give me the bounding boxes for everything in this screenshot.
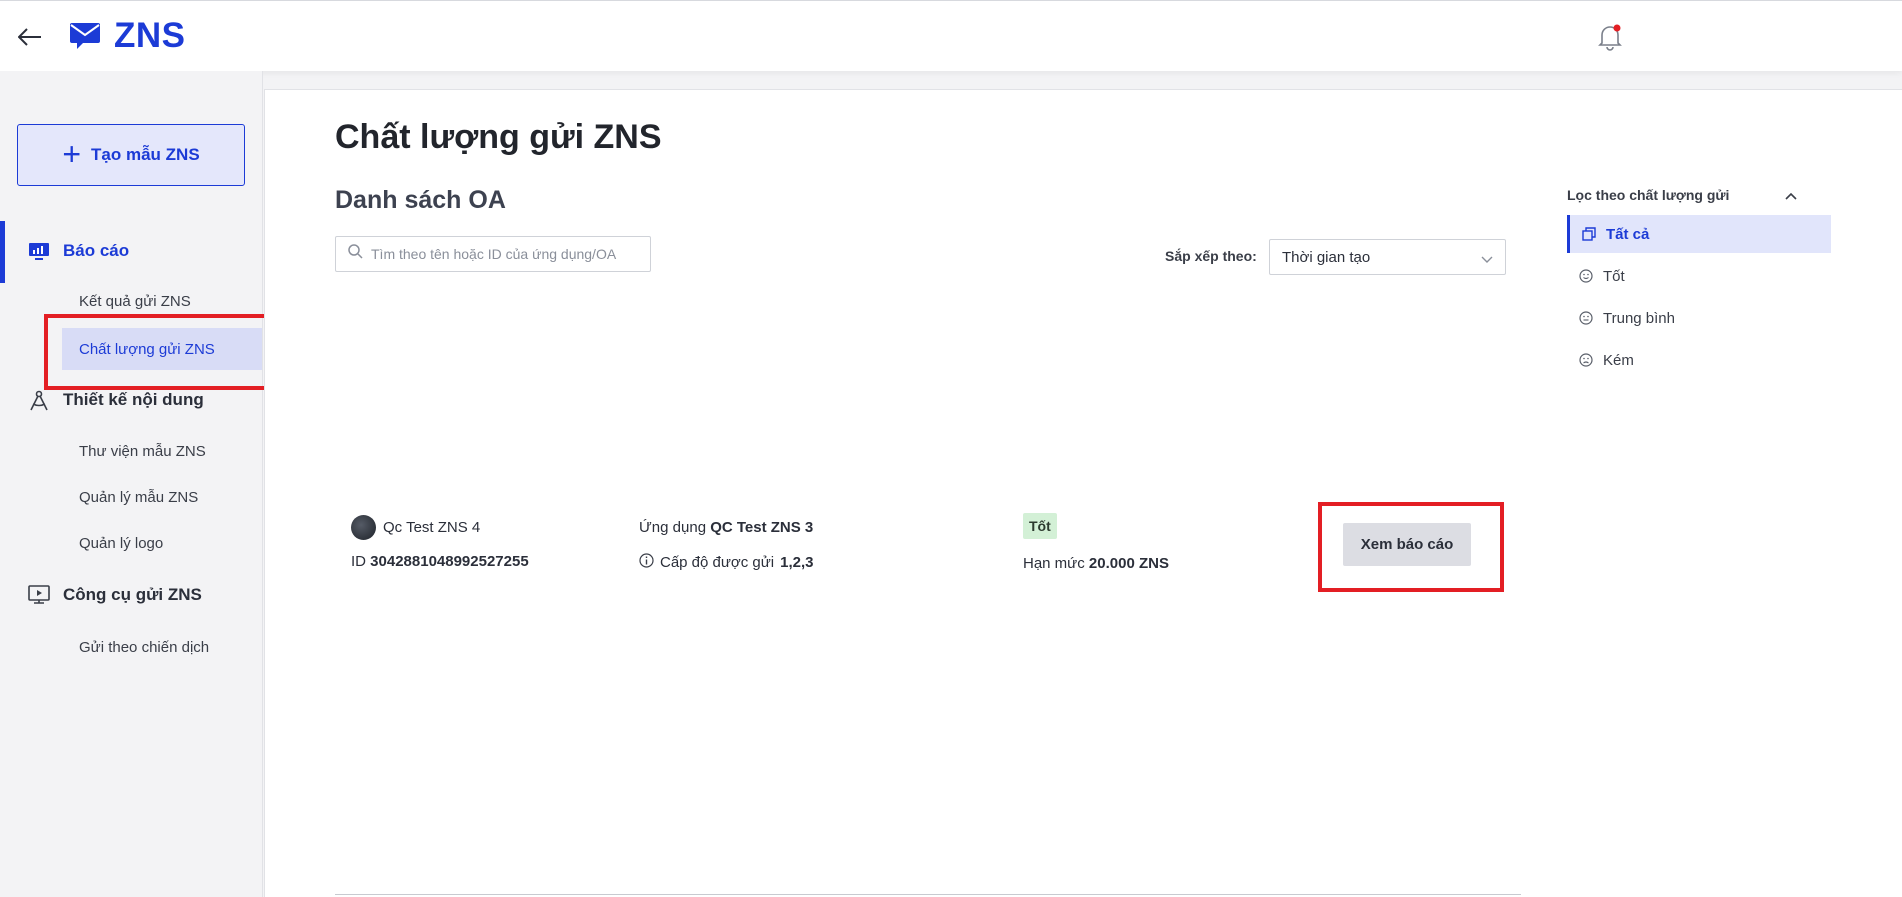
oa-id-prefix: ID: [351, 553, 366, 570]
sort-label: Sắp xếp theo:: [1165, 248, 1257, 264]
zns-logo-icon: [69, 20, 103, 50]
top-bar: ZNS: [0, 0, 1902, 71]
sidebar-item-campaign-send[interactable]: Gửi theo chiến dịch: [62, 626, 262, 668]
filter-option-label: Trung bình: [1603, 309, 1675, 327]
plus-icon: +: [62, 135, 82, 172]
quality-filter-title: Lọc theo chất lượng gửi: [1567, 187, 1730, 203]
sidebar-item-template-manage[interactable]: Quản lý mẫu ZNS: [62, 476, 262, 518]
sidebar-item-logo-manage[interactable]: Quản lý logo: [62, 522, 262, 564]
filter-option-good[interactable]: Tốt: [1567, 257, 1831, 295]
send-tool-monitor-icon: [28, 585, 50, 605]
copy-icon: [1582, 227, 1596, 245]
sad-face-icon: [1579, 353, 1593, 371]
page-title: Chất lượng gửi ZNS: [335, 118, 662, 156]
level-prefix: Cấp độ được gửi: [660, 554, 775, 571]
filter-option-poor[interactable]: Kém: [1567, 341, 1831, 379]
smile-icon: [1579, 269, 1593, 287]
sidebar-item-send-results[interactable]: Kết quả gửi ZNS: [62, 280, 262, 322]
oa-id: ID 3042881048992527255: [351, 553, 529, 570]
main-panel: Chất lượng gửi ZNS Danh sách OA Sắp xếp …: [264, 89, 1902, 897]
create-template-label: Tạo mẫu ZNS: [91, 145, 200, 164]
filter-option-all[interactable]: Tất cả: [1567, 215, 1831, 253]
back-arrow-icon[interactable]: [14, 23, 46, 51]
filter-option-label: Tốt: [1603, 267, 1625, 285]
quality-status-badge: Tốt: [1023, 513, 1057, 539]
sort-value: Thời gian tạo: [1282, 248, 1371, 266]
sidebar-section-label: Thiết kế nội dung: [63, 390, 204, 409]
level-value: 1,2,3: [780, 554, 814, 571]
sidebar-section-reports[interactable]: Báo cáo: [0, 221, 263, 283]
notification-bell-icon[interactable]: [1597, 23, 1623, 51]
sidebar-section-content-design[interactable]: Thiết kế nội dung: [0, 380, 263, 420]
sidebar-section-send-tools[interactable]: Công cụ gửi ZNS: [0, 575, 263, 615]
info-icon[interactable]: [639, 553, 654, 572]
sidebar-section-label: Công cụ gửi ZNS: [63, 585, 202, 604]
oa-id-value: 3042881048992527255: [370, 553, 529, 570]
oa-name: Qc Test ZNS 4: [383, 519, 481, 536]
oa-avatar: [351, 515, 376, 540]
neutral-face-icon: [1579, 311, 1593, 329]
list-divider: [335, 894, 1521, 895]
chevron-down-icon: [1481, 251, 1493, 268]
view-report-button[interactable]: Xem báo cáo: [1343, 523, 1471, 566]
app-title: ZNS: [114, 16, 186, 55]
sidebar-item-template-library[interactable]: Thư viện mẫu ZNS: [62, 430, 262, 472]
search-input[interactable]: [371, 246, 650, 262]
sort-dropdown[interactable]: Thời gian tạo: [1269, 239, 1506, 275]
create-template-button[interactable]: + Tạo mẫu ZNS: [17, 124, 245, 186]
send-level: Cấp độ được gửi 1,2,3: [639, 553, 814, 572]
report-monitor-icon: [28, 241, 50, 261]
app-info: Ứng dụng QC Test ZNS 3: [639, 519, 813, 536]
search-box[interactable]: [335, 236, 651, 272]
sidebar: + Tạo mẫu ZNS Báo cáo Kết quả gửi ZNS Ch…: [0, 71, 263, 897]
filter-option-label: Tất cả: [1606, 225, 1650, 243]
oa-list-heading: Danh sách OA: [335, 186, 506, 214]
quota-prefix: Hạn mức: [1023, 555, 1085, 572]
search-icon: [348, 244, 363, 264]
chevron-up-icon: [1785, 187, 1797, 203]
app-prefix: Ứng dụng: [639, 519, 707, 536]
quality-filter-header[interactable]: Lọc theo chất lượng gửi: [1567, 187, 1817, 203]
send-quota: Hạn mức 20.000 ZNS: [1023, 555, 1169, 572]
compass-design-icon: [28, 390, 50, 411]
filter-option-average[interactable]: Trung bình: [1567, 299, 1831, 337]
app-name: QC Test ZNS 3: [710, 519, 814, 536]
sidebar-section-label: Báo cáo: [63, 241, 130, 260]
sidebar-item-send-quality[interactable]: Chất lượng gửi ZNS: [62, 328, 262, 370]
quota-value: 20.000 ZNS: [1088, 555, 1169, 572]
filter-option-label: Kém: [1603, 351, 1634, 369]
